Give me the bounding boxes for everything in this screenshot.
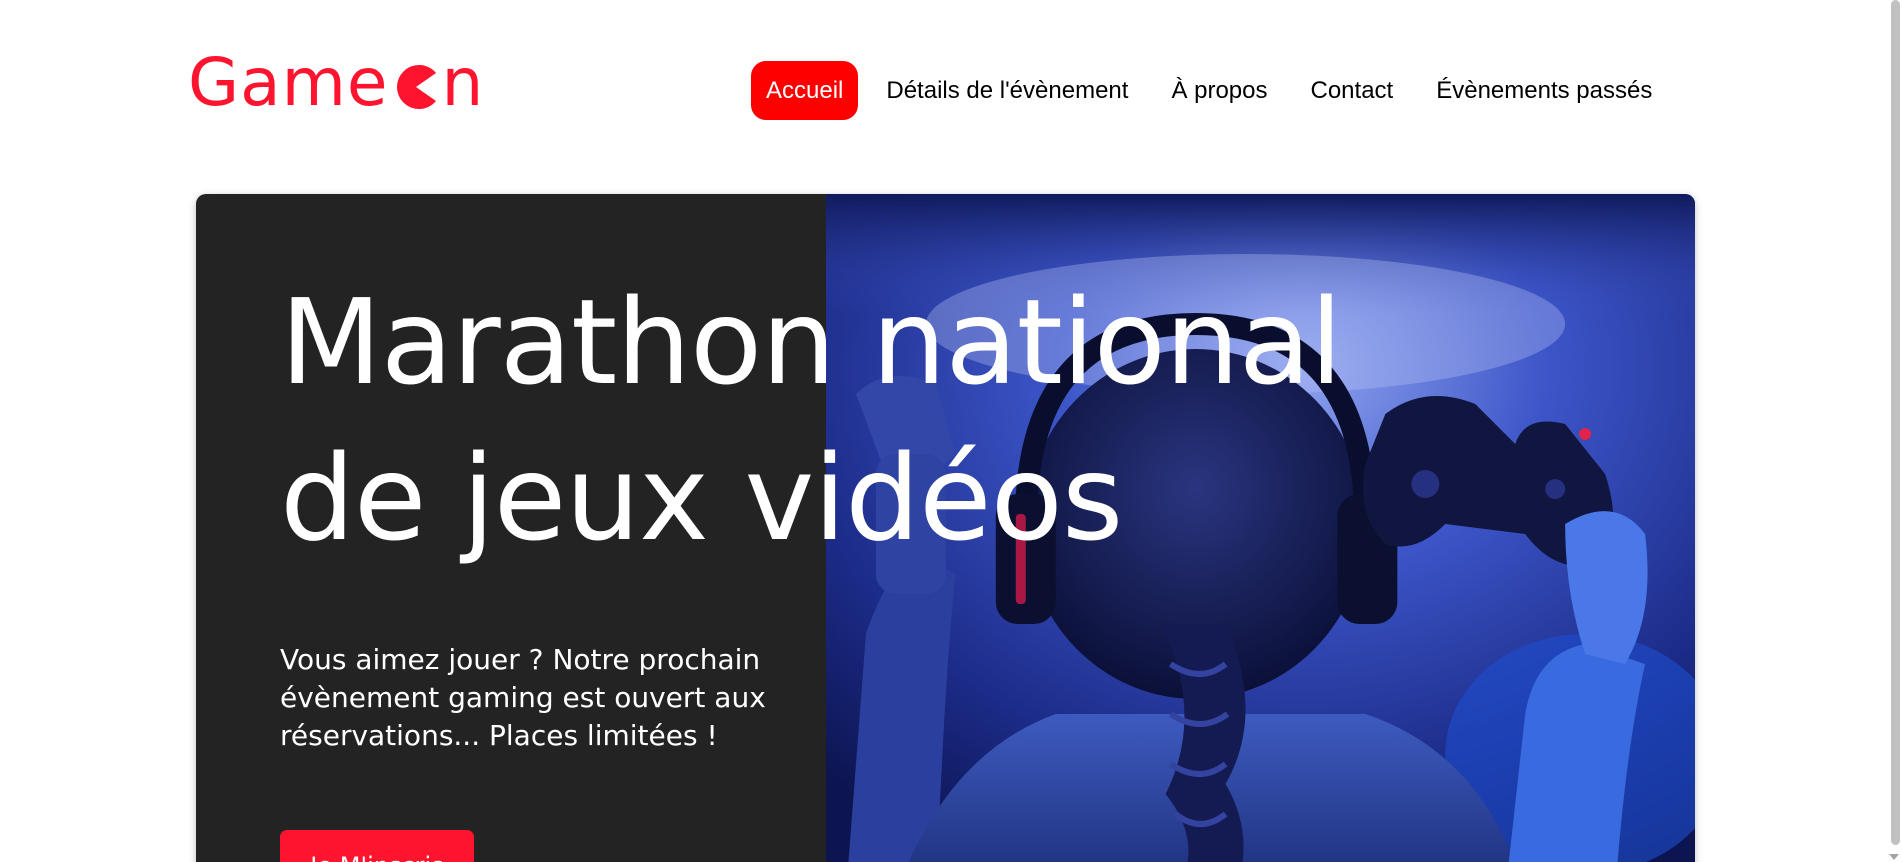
nav-item-a-propos[interactable]: À propos [1156, 61, 1282, 120]
nav-item-accueil[interactable]: Accueil [751, 61, 859, 120]
hero-description: Vous aimez jouer ? Notre prochain évènem… [280, 641, 840, 755]
signup-button[interactable]: Je M'inscris [280, 830, 474, 862]
hero-text-line-3: réservations... Places limitées ! [280, 719, 718, 752]
pacman-o-icon [396, 65, 436, 109]
logo-prefix: Game [188, 44, 389, 121]
main-nav: Accueil Détails de l'évènement À propos … [751, 61, 1680, 120]
hero-title-line-1: Marathon national [280, 273, 1343, 411]
nav-item-contact[interactable]: Contact [1296, 61, 1409, 120]
logo-suffix: n [441, 44, 485, 121]
hero-text-line-2: évènement gaming est ouvert aux [280, 681, 766, 714]
page-scrollbar[interactable] [1885, 0, 1902, 862]
gameon-logo[interactable]: Game n [188, 50, 484, 116]
scrollbar-thumb[interactable] [1891, 0, 1900, 845]
logo-wordmark: Game n [188, 50, 484, 116]
nav-item-details[interactable]: Détails de l'évènement [871, 61, 1143, 120]
scroll-down-arrow-icon[interactable] [1889, 854, 1899, 860]
hero-section: Marathon national de jeux vidéos Vous ai… [196, 194, 1695, 862]
hero-title-line-2: de jeux vidéos [280, 429, 1123, 567]
hero-text-line-1: Vous aimez jouer ? Notre prochain [280, 643, 761, 676]
hero-title: Marathon national de jeux vidéos [280, 264, 1480, 576]
nav-item-evenements-passes[interactable]: Évènements passés [1421, 61, 1667, 120]
